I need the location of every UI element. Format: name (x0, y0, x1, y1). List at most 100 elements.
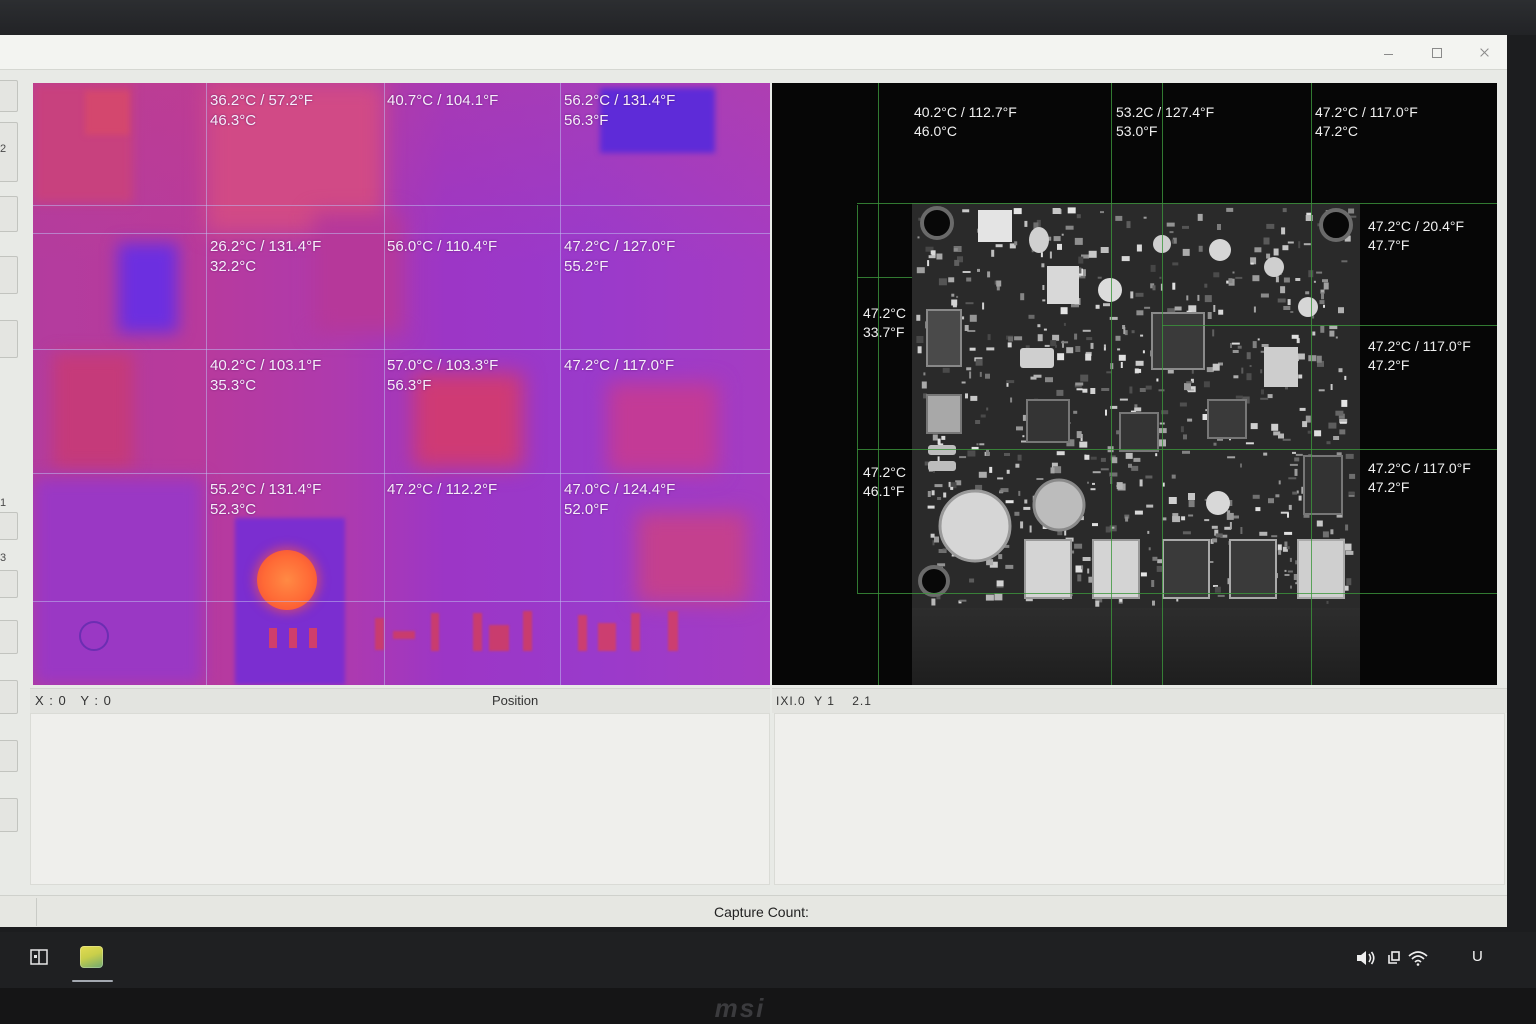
task-view-icon[interactable] (30, 949, 48, 970)
pcb-smd-part (1246, 352, 1251, 360)
pcb-smd-part (1134, 407, 1142, 412)
pcb-smd-part (1260, 369, 1263, 374)
pcb-smd-part (1066, 347, 1074, 354)
sidebar-button[interactable] (0, 680, 18, 714)
pcb-smd-part (1013, 208, 1022, 215)
sidebar-button[interactable] (0, 512, 18, 540)
visual-reading: 47.2°C / 117.0°F 47.2°F (1368, 459, 1471, 497)
reading-secondary: 33.7°F (863, 324, 905, 340)
pcb-smd-part (1065, 225, 1074, 230)
pcb-smd-part (1056, 389, 1064, 396)
pcb-smd-part (979, 443, 985, 446)
pcb-smd-part (942, 367, 950, 373)
pcb-smd-part (1328, 422, 1337, 429)
pcb-smd-part (937, 438, 941, 445)
reading-secondary: 52.0°F (564, 501, 609, 518)
pcb-smd-part (1261, 389, 1264, 395)
pcb-smd-part (1284, 531, 1293, 535)
pcb-smd-part (1182, 248, 1190, 256)
pcb-smd-part (1298, 374, 1303, 379)
pcb-smd-part (1246, 373, 1252, 381)
footer-status-bar: Capture Count: (0, 895, 1507, 927)
pcb-smd-part (1339, 421, 1347, 424)
pcb-smd-part (1082, 329, 1091, 332)
pcb-smd-part (1213, 305, 1216, 312)
pcb-smd-part (1295, 453, 1303, 456)
pcb-smd-part (1345, 453, 1354, 459)
sidebar-button[interactable] (0, 740, 18, 772)
thermal-status-bar: X : 0 Y : 0 Position (30, 688, 770, 713)
capture-count-label: Capture Count: (714, 904, 809, 920)
visual-image-view[interactable]: 40.2°C / 112.7°F 46.0°C 53.2C / 127.4°F … (772, 83, 1497, 685)
pcb-smd-part (1275, 276, 1279, 283)
pcb-smd-part (975, 420, 981, 424)
reading-secondary: 47.2°C (1315, 123, 1358, 139)
reading-temperature: 40.2°C / 103.1°F (210, 357, 322, 374)
pcb-smd-part (1140, 572, 1147, 577)
position-label: Position (492, 693, 539, 708)
ic-chip (1026, 399, 1070, 443)
thermal-reading: 47.2°C / 112.2°F (387, 480, 497, 500)
pcb-smd-part (1232, 271, 1235, 274)
pcb-smd-part (1174, 306, 1182, 311)
pcb-smd-part (931, 490, 935, 496)
reading-temperature: 47.2°C (863, 464, 906, 480)
pcb-smd-part (956, 295, 959, 298)
sidebar-button[interactable] (0, 570, 18, 598)
pcb-smd-part (1097, 276, 1102, 279)
connector (1024, 539, 1072, 599)
inductor (926, 394, 962, 434)
reading-temperature: 47.2°C / 117.0°F (1368, 460, 1471, 476)
minimize-icon[interactable] (1378, 43, 1400, 63)
sidebar-button[interactable] (0, 620, 18, 654)
pcb-smd-part (1151, 580, 1155, 587)
pcb-smd-part (1287, 512, 1289, 518)
pcb-smd-part (1346, 578, 1352, 586)
pcb-smd-part (1282, 245, 1289, 251)
pcb-smd-part (1180, 426, 1184, 433)
reading-secondary: 55.2°F (564, 258, 609, 275)
pcb-smd-part (996, 286, 1000, 291)
sidebar-button[interactable] (0, 256, 18, 294)
thermal-reading: 57.0°C / 103.3°F 56.3°F (387, 356, 498, 396)
display-icon[interactable] (1387, 951, 1401, 970)
pcb-smd-part (1082, 557, 1091, 561)
pcb-smd-part (1188, 493, 1195, 500)
pcb-smd-part (1126, 221, 1131, 229)
sidebar-button[interactable] (0, 80, 18, 112)
pcb-smd-part (1197, 213, 1203, 221)
pcb-smd-part (1076, 388, 1083, 391)
thermal-reading: 56.0°C / 110.4°F (387, 237, 497, 257)
pcb-smd-part (1295, 278, 1301, 281)
pcb-smd-part (1129, 386, 1133, 394)
sidebar-button[interactable] (0, 196, 18, 232)
pcb-smd-part (923, 372, 926, 376)
speaker-icon[interactable] (1356, 950, 1376, 971)
visual-reading: 47.2°C / 117.0°F 47.2°F (1368, 337, 1471, 375)
grid-line (1111, 83, 1112, 685)
thermal-image-view[interactable]: 36.2°C / 57.2°F 46.3°C 40.7°C / 104.1°F … (33, 83, 770, 685)
pcb-smd-part (1136, 310, 1144, 316)
pcb-smd-part (916, 267, 925, 274)
pcb-smd-part (1261, 344, 1269, 347)
tray-text[interactable]: U (1472, 948, 1483, 966)
wifi-icon[interactable] (1408, 950, 1428, 971)
pcb-smd-part (979, 371, 982, 377)
sidebar-button[interactable] (0, 798, 18, 832)
app-icon[interactable] (80, 946, 103, 968)
sidebar-button[interactable] (0, 320, 18, 358)
pcb-smd-part (1263, 452, 1268, 456)
pcb-smd-part (1308, 355, 1317, 362)
small-capacitor (1206, 491, 1230, 515)
pcb-smd-part (1020, 293, 1025, 301)
thermal-reading: 47.2°C / 117.0°F (564, 356, 674, 376)
pcb-smd-part (1348, 208, 1355, 214)
maximize-icon[interactable] (1426, 43, 1448, 63)
pcb-smd-part (1283, 277, 1290, 283)
pcb-smd-part (1288, 477, 1297, 480)
pcb-smd-part (917, 346, 922, 354)
close-icon[interactable] (1474, 43, 1496, 63)
thermal-cool-region (118, 243, 178, 333)
pcb-smd-part (1014, 511, 1020, 516)
pcb-smd-part (1029, 525, 1032, 533)
